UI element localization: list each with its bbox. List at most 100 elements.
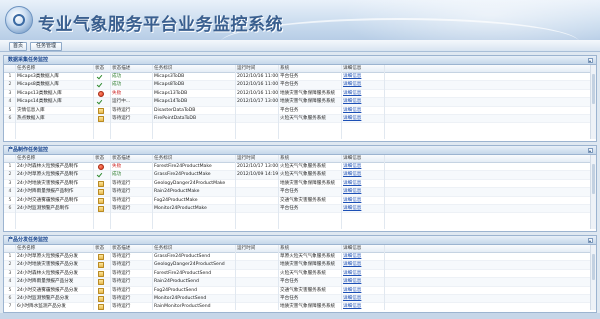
column-header-status[interactable]: 状态描述 (112, 246, 130, 252)
row-index: 1 (8, 164, 12, 169)
task-id: Rain24ProductSend (154, 279, 199, 285)
column-header-system[interactable]: 系统 (280, 66, 289, 72)
column-divider (278, 155, 279, 229)
column-header-status[interactable]: 状态描述 (112, 66, 130, 72)
column-header-icon[interactable]: 状态 (95, 156, 104, 162)
status-text: 等待运行 (112, 295, 131, 301)
vertical-scrollbar[interactable] (590, 155, 596, 229)
error-icon (98, 164, 104, 170)
detail-link[interactable]: 详细信息 (343, 181, 361, 187)
panel-title: 数据采集任务监控 (8, 57, 49, 63)
column-header-name[interactable]: 任务名称 (17, 66, 35, 72)
row-index: 4 (8, 279, 12, 285)
collapse-icon[interactable] (588, 148, 593, 153)
column-header-detail[interactable]: 详细信息 (343, 246, 361, 252)
column-header-detail[interactable]: 详细信息 (343, 66, 361, 72)
detail-link[interactable]: 详细信息 (343, 304, 361, 310)
task-id: ForestFire24ProductMake (154, 164, 212, 169)
column-header-detail[interactable]: 详细信息 (343, 156, 361, 162)
task-name: Micaps13类数据入库 (17, 90, 62, 96)
detail-link[interactable]: 详细信息 (343, 198, 361, 204)
detail-link[interactable]: 详细信息 (343, 288, 361, 294)
task-name: 24小时地质灾害预报产品分发 (17, 262, 78, 268)
column-header-name[interactable]: 任务名称 (17, 156, 35, 162)
folder-icon (98, 304, 104, 310)
column-header-name[interactable]: 任务名称 (17, 246, 35, 252)
system-name: 火险天气气象服务系统 (280, 164, 326, 169)
row-index: 3 (8, 90, 12, 96)
task-name: Micaps14类数据入库 (17, 99, 62, 105)
task-id: Rain24ProductMake (154, 189, 200, 195)
collapse-icon[interactable] (588, 238, 593, 243)
column-header-time[interactable]: 运行时间 (237, 156, 255, 162)
scrollbar-thumb[interactable] (592, 74, 595, 104)
vertical-scrollbar[interactable] (590, 245, 596, 310)
home-button[interactable]: 首页 (9, 42, 27, 51)
detail-link[interactable]: 详细信息 (343, 262, 361, 268)
detail-link[interactable]: 详细信息 (343, 116, 361, 122)
detail-link[interactable]: 详细信息 (343, 271, 361, 277)
column-header-time[interactable]: 运行时间 (237, 66, 255, 72)
task-name: 24小时交通雾霾预报产品制作 (17, 197, 78, 203)
column-header-id[interactable]: 任务标识 (154, 156, 172, 162)
status-text: 等待运行 (112, 189, 131, 195)
folder-icon (98, 254, 104, 260)
system-name: 地质灾害气象保障服务系统 (280, 262, 336, 268)
column-divider (235, 155, 236, 229)
detail-link[interactable]: 详细信息 (343, 91, 361, 97)
collapse-icon[interactable] (588, 58, 593, 63)
task-name: 24小时交通雾霾预报产品分发 (17, 287, 78, 293)
system-name: 地质灾害气象保障服务系统 (280, 90, 336, 96)
task-name: 24小时降雨量预报产品制作 (17, 189, 74, 195)
system-name: 平台任务 (280, 279, 299, 285)
scrollbar-thumb[interactable] (592, 164, 595, 194)
column-divider (152, 155, 153, 229)
detail-link[interactable]: 详细信息 (343, 164, 361, 170)
column-header-system[interactable]: 系统 (280, 156, 289, 162)
status-text: 运行中... (112, 99, 131, 105)
column-divider (235, 245, 236, 310)
scrollbar-thumb[interactable] (592, 254, 595, 280)
column-header-id[interactable]: 任务标识 (154, 246, 172, 252)
column-divider (152, 65, 153, 139)
detail-link[interactable]: 详细信息 (343, 254, 361, 260)
status-text: 成功 (112, 172, 122, 178)
vertical-scrollbar[interactable] (590, 65, 596, 139)
panel-header: 产品制作任务监控 (4, 146, 596, 155)
column-header-id[interactable]: 任务标识 (154, 66, 172, 72)
task-name: Micaps3类数据入库 (17, 74, 59, 79)
row-index: 3 (8, 270, 12, 276)
run-time: 2012/10/16 11:00 (237, 74, 279, 79)
column-header-status[interactable]: 状态描述 (112, 156, 130, 162)
check-icon (97, 172, 103, 178)
detail-link[interactable]: 详细信息 (343, 206, 361, 212)
task-management-button[interactable]: 任务管理 (30, 42, 62, 51)
task-id: DisasterDataToDB (154, 107, 196, 113)
detail-link[interactable]: 详细信息 (343, 189, 361, 195)
detail-link[interactable]: 详细信息 (343, 74, 361, 80)
task-id: Micaps3ToDB (154, 74, 185, 79)
column-divider (110, 245, 111, 310)
task-id: Fog24ProductMake (154, 197, 198, 203)
system-name: 平台任务 (280, 74, 299, 79)
detail-link[interactable]: 详细信息 (343, 82, 361, 88)
column-divider (93, 245, 94, 310)
status-text: 成功 (112, 74, 122, 79)
detail-link[interactable]: 详细信息 (343, 279, 361, 285)
detail-link[interactable]: 详细信息 (343, 108, 361, 114)
column-divider (15, 155, 16, 229)
column-header-icon[interactable]: 状态 (95, 246, 104, 252)
detail-link[interactable]: 详细信息 (343, 99, 361, 105)
task-id: GrassFire24ProductMake (154, 172, 211, 178)
run-time: 2012/10/17 13:00 (237, 99, 279, 105)
row-index: 6 (8, 205, 12, 211)
system-name: 火险天气气象服务系统 (280, 270, 326, 276)
task-id: Fog24ProductSend (154, 287, 198, 293)
folder-icon (98, 295, 104, 302)
column-header-system[interactable]: 系统 (280, 246, 289, 252)
detail-link[interactable]: 详细信息 (343, 296, 361, 302)
detail-link[interactable]: 详细信息 (343, 172, 361, 178)
system-name: 地质灾害气象保障服务系统 (280, 99, 336, 105)
column-header-icon[interactable]: 状态 (95, 66, 104, 72)
column-header-time[interactable]: 运行时间 (237, 246, 255, 252)
